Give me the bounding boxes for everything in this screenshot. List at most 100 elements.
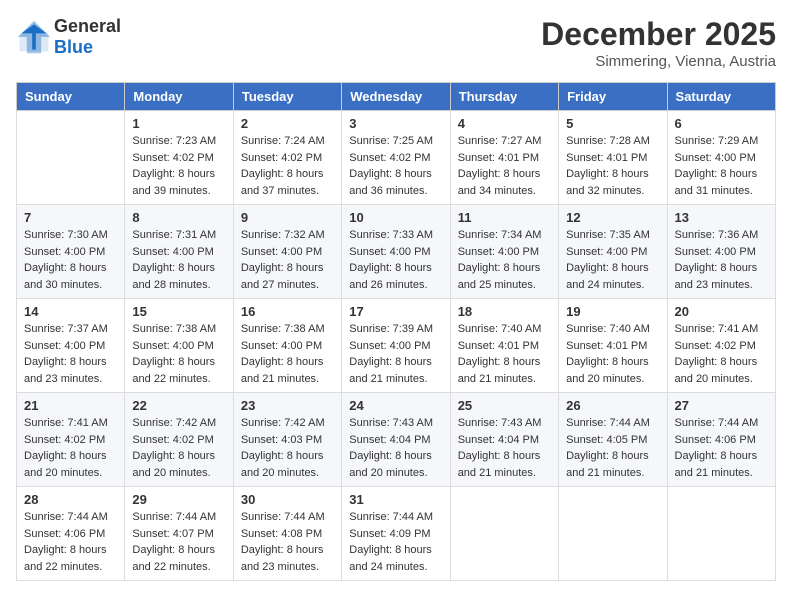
calendar-cell: 24 Sunrise: 7:43 AMSunset: 4:04 PMDayligh… (342, 393, 450, 487)
logo: General Blue (16, 16, 121, 58)
day-number: 13 (675, 210, 768, 225)
calendar-header: SundayMondayTuesdayWednesdayThursdayFrid… (17, 83, 776, 111)
weekday-header: Monday (125, 83, 233, 111)
day-info: Sunrise: 7:39 AMSunset: 4:00 PMDaylight:… (349, 321, 442, 387)
weekday-header: Saturday (667, 83, 775, 111)
day-number: 28 (24, 492, 117, 507)
day-info: Sunrise: 7:23 AMSunset: 4:02 PMDaylight:… (132, 133, 225, 199)
day-number: 29 (132, 492, 225, 507)
calendar-week-row: 14Sunrise: 7:37 AMSunset: 4:00 PMDayligh… (17, 299, 776, 393)
day-info: Sunrise: 7:44 AMSunset: 4:07 PMDaylight:… (132, 509, 225, 575)
weekday-row: SundayMondayTuesdayWednesdayThursdayFrid… (17, 83, 776, 111)
page-header: General Blue December 2025 Simmering, Vi… (16, 16, 776, 70)
day-info: Sunrise: 7:44 AMSunset: 4:08 PMDaylight:… (241, 509, 334, 575)
day-number: 27 (675, 398, 768, 413)
logo-blue-text: Blue (54, 37, 93, 57)
day-number: 16 (241, 304, 334, 319)
weekday-header: Friday (559, 83, 667, 111)
calendar-cell: 17 Sunrise: 7:39 AMSunset: 4:00 PMDayligh… (342, 299, 450, 393)
calendar-cell (450, 487, 558, 581)
calendar-cell: 26Sunrise: 7:44 AMSunset: 4:05 PMDayligh… (559, 393, 667, 487)
day-info: Sunrise: 7:36 AMSunset: 4:00 PMDaylight:… (675, 227, 768, 293)
weekday-header: Wednesday (342, 83, 450, 111)
weekday-header: Tuesday (233, 83, 341, 111)
day-info: Sunrise: 7:44 AMSunset: 4:05 PMDaylight:… (566, 415, 659, 481)
day-info: Sunrise: 7:43 AMSunset: 4:04 PMDaylight:… (458, 415, 551, 481)
day-number: 9 (241, 210, 334, 225)
day-info: Sunrise: 7:27 AMSunset: 4:01 PMDaylight:… (458, 133, 551, 199)
calendar-cell: 4 Sunrise: 7:27 AMSunset: 4:01 PMDaylight… (450, 111, 558, 205)
day-number: 17 (349, 304, 442, 319)
day-number: 6 (675, 116, 768, 131)
month-title: December 2025 (541, 16, 776, 53)
day-info: Sunrise: 7:24 AMSunset: 4:02 PMDaylight:… (241, 133, 334, 199)
day-number: 8 (132, 210, 225, 225)
day-info: Sunrise: 7:40 AMSunset: 4:01 PMDaylight:… (566, 321, 659, 387)
calendar-week-row: 7Sunrise: 7:30 AMSunset: 4:00 PMDaylight… (17, 205, 776, 299)
day-number: 15 (132, 304, 225, 319)
day-info: Sunrise: 7:30 AMSunset: 4:00 PMDaylight:… (24, 227, 117, 293)
day-number: 1 (132, 116, 225, 131)
calendar-table: SundayMondayTuesdayWednesdayThursdayFrid… (16, 82, 776, 581)
calendar-cell: 22 Sunrise: 7:42 AMSunset: 4:02 PMDayligh… (125, 393, 233, 487)
day-info: Sunrise: 7:37 AMSunset: 4:00 PMDaylight:… (24, 321, 117, 387)
calendar-cell: 6Sunrise: 7:29 AMSunset: 4:00 PMDaylight… (667, 111, 775, 205)
calendar-week-row: 1 Sunrise: 7:23 AMSunset: 4:02 PMDaylight… (17, 111, 776, 205)
day-info: Sunrise: 7:35 AMSunset: 4:00 PMDaylight:… (566, 227, 659, 293)
calendar-week-row: 21 Sunrise: 7:41 AMSunset: 4:02 PMDayligh… (17, 393, 776, 487)
day-info: Sunrise: 7:41 AMSunset: 4:02 PMDaylight:… (675, 321, 768, 387)
day-number: 24 (349, 398, 442, 413)
calendar-cell: 30 Sunrise: 7:44 AMSunset: 4:08 PMDayligh… (233, 487, 341, 581)
calendar-cell (667, 487, 775, 581)
calendar-cell: 29 Sunrise: 7:44 AMSunset: 4:07 PMDayligh… (125, 487, 233, 581)
calendar-cell (17, 111, 125, 205)
calendar-cell: 20Sunrise: 7:41 AMSunset: 4:02 PMDayligh… (667, 299, 775, 393)
calendar-cell: 10Sunrise: 7:33 AMSunset: 4:00 PMDayligh… (342, 205, 450, 299)
day-info: Sunrise: 7:32 AMSunset: 4:00 PMDaylight:… (241, 227, 334, 293)
day-number: 11 (458, 210, 551, 225)
day-info: Sunrise: 7:28 AMSunset: 4:01 PMDaylight:… (566, 133, 659, 199)
day-number: 21 (24, 398, 117, 413)
day-info: Sunrise: 7:31 AMSunset: 4:00 PMDaylight:… (132, 227, 225, 293)
calendar-cell: 25 Sunrise: 7:43 AMSunset: 4:04 PMDayligh… (450, 393, 558, 487)
calendar-cell (559, 487, 667, 581)
day-number: 25 (458, 398, 551, 413)
day-number: 23 (241, 398, 334, 413)
calendar-cell: 3Sunrise: 7:25 AMSunset: 4:02 PMDaylight… (342, 111, 450, 205)
day-number: 10 (349, 210, 442, 225)
weekday-header: Sunday (17, 83, 125, 111)
day-number: 12 (566, 210, 659, 225)
day-number: 5 (566, 116, 659, 131)
day-number: 2 (241, 116, 334, 131)
day-info: Sunrise: 7:41 AMSunset: 4:02 PMDaylight:… (24, 415, 117, 481)
calendar-cell: 5 Sunrise: 7:28 AMSunset: 4:01 PMDaylight… (559, 111, 667, 205)
day-info: Sunrise: 7:43 AMSunset: 4:04 PMDaylight:… (349, 415, 442, 481)
logo-icon (16, 19, 52, 55)
day-number: 18 (458, 304, 551, 319)
day-info: Sunrise: 7:38 AMSunset: 4:00 PMDaylight:… (132, 321, 225, 387)
day-number: 30 (241, 492, 334, 507)
day-number: 22 (132, 398, 225, 413)
location: Simmering, Vienna, Austria (541, 53, 776, 70)
day-number: 4 (458, 116, 551, 131)
day-info: Sunrise: 7:34 AMSunset: 4:00 PMDaylight:… (458, 227, 551, 293)
calendar-cell: 8 Sunrise: 7:31 AMSunset: 4:00 PMDaylight… (125, 205, 233, 299)
calendar-cell: 16Sunrise: 7:38 AMSunset: 4:00 PMDayligh… (233, 299, 341, 393)
weekday-header: Thursday (450, 83, 558, 111)
day-info: Sunrise: 7:42 AMSunset: 4:02 PMDaylight:… (132, 415, 225, 481)
calendar-cell: 21 Sunrise: 7:41 AMSunset: 4:02 PMDayligh… (17, 393, 125, 487)
day-number: 3 (349, 116, 442, 131)
day-info: Sunrise: 7:44 AMSunset: 4:09 PMDaylight:… (349, 509, 442, 575)
calendar-cell: 2 Sunrise: 7:24 AMSunset: 4:02 PMDaylight… (233, 111, 341, 205)
day-info: Sunrise: 7:44 AMSunset: 4:06 PMDaylight:… (675, 415, 768, 481)
day-number: 31 (349, 492, 442, 507)
calendar-cell: 12 Sunrise: 7:35 AMSunset: 4:00 PMDayligh… (559, 205, 667, 299)
calendar-cell: 27 Sunrise: 7:44 AMSunset: 4:06 PMDayligh… (667, 393, 775, 487)
calendar-cell: 11 Sunrise: 7:34 AMSunset: 4:00 PMDayligh… (450, 205, 558, 299)
calendar-cell: 23Sunrise: 7:42 AMSunset: 4:03 PMDayligh… (233, 393, 341, 487)
calendar-cell: 9 Sunrise: 7:32 AMSunset: 4:00 PMDaylight… (233, 205, 341, 299)
day-number: 19 (566, 304, 659, 319)
calendar-cell: 31 Sunrise: 7:44 AMSunset: 4:09 PMDayligh… (342, 487, 450, 581)
calendar-cell: 19 Sunrise: 7:40 AMSunset: 4:01 PMDayligh… (559, 299, 667, 393)
calendar-cell: 1 Sunrise: 7:23 AMSunset: 4:02 PMDaylight… (125, 111, 233, 205)
